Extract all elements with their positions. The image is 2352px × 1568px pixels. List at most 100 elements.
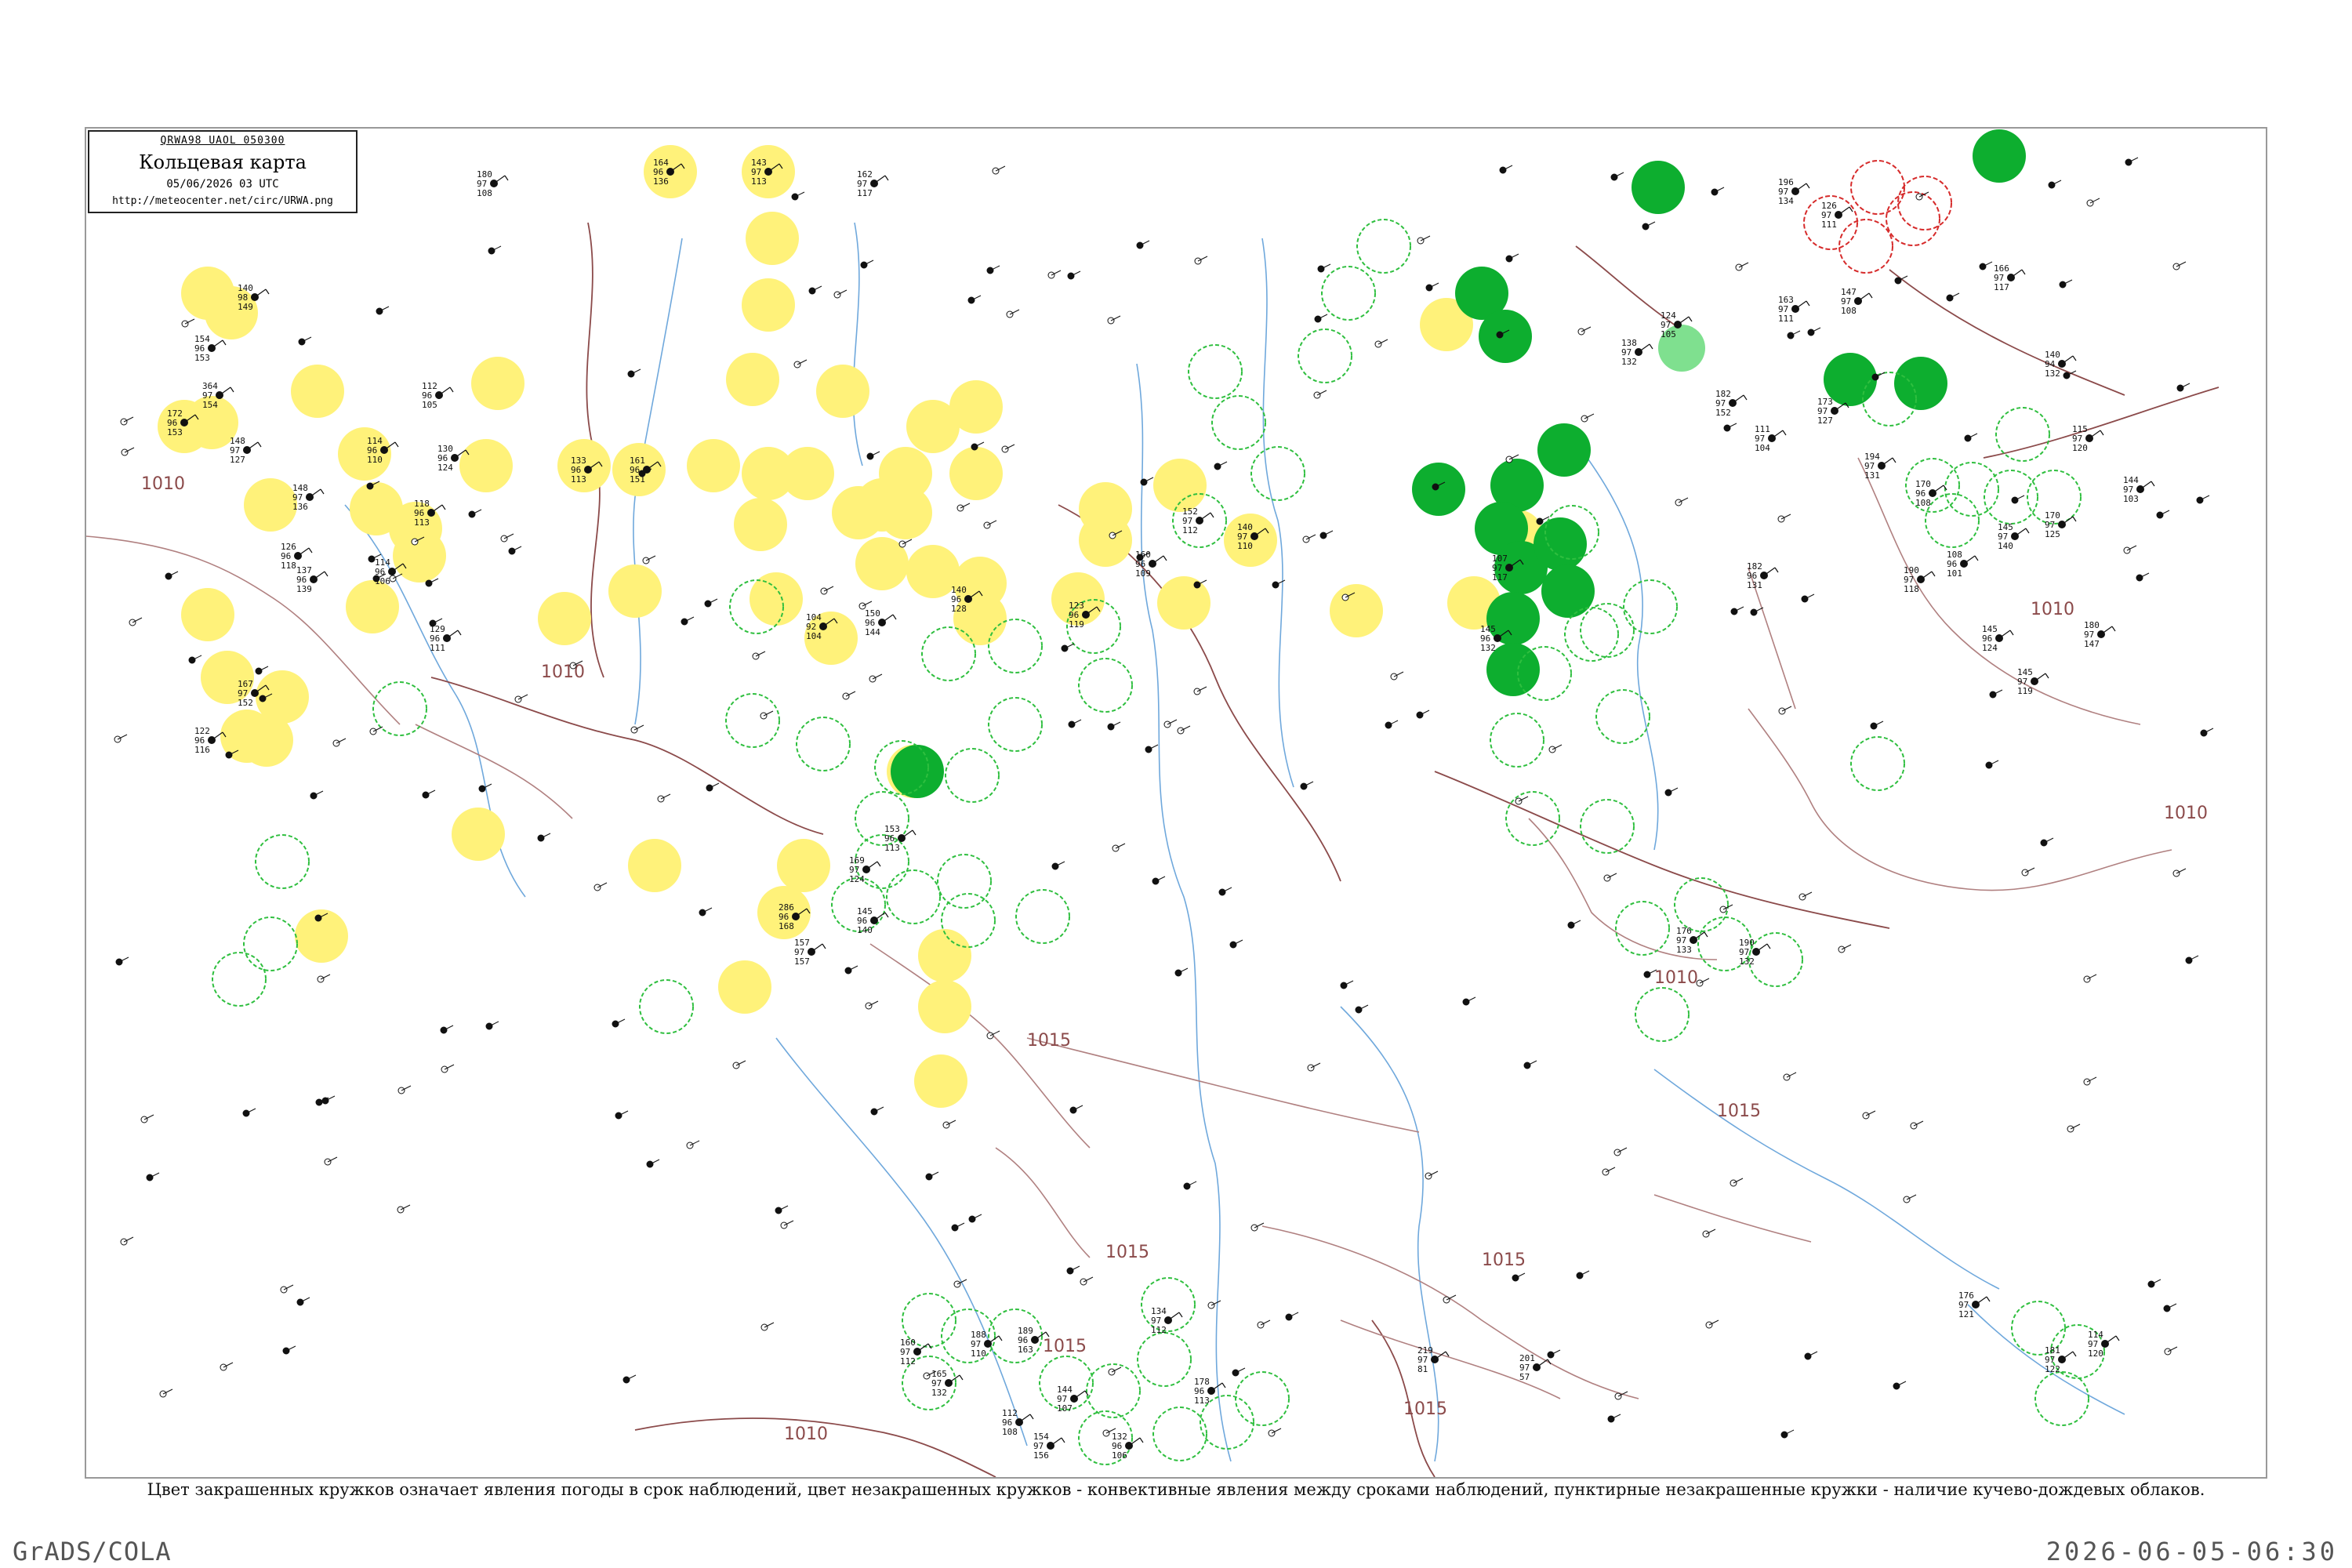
station-plot[interactable]: 16097112 bbox=[900, 1338, 932, 1367]
station-plot[interactable]: 14596140 bbox=[857, 906, 889, 935]
minor-station bbox=[956, 503, 971, 512]
station-plot[interactable]: 15497156 bbox=[1033, 1432, 1065, 1461]
station-plot[interactable]: 14497107 bbox=[1057, 1385, 1089, 1414]
minor-station bbox=[1893, 1381, 1907, 1390]
station-plot[interactable]: 2019757 bbox=[1519, 1353, 1552, 1382]
station-plot[interactable]: 19097118 bbox=[1904, 565, 1936, 594]
minor-station bbox=[1385, 720, 1399, 729]
minor-station bbox=[752, 651, 766, 660]
minor-station bbox=[181, 318, 195, 328]
wind-barb bbox=[1963, 555, 1976, 564]
minor-station bbox=[1711, 187, 1725, 196]
station-plot[interactable]: 18297152 bbox=[1715, 389, 1748, 418]
station-plot[interactable]: 15396113 bbox=[884, 824, 916, 853]
wind-barb-feather bbox=[1029, 1414, 1034, 1420]
wind-barb-feather bbox=[1649, 343, 1653, 350]
minor-station bbox=[2083, 974, 2097, 983]
minor-station bbox=[1080, 1276, 1094, 1286]
wind-barb-feather bbox=[1163, 555, 1167, 561]
station-plot[interactable]: 18097108 bbox=[477, 169, 509, 198]
wind-barb bbox=[1881, 457, 1893, 466]
minor-station bbox=[1723, 423, 1737, 432]
station-plot[interactable]: 19697134 bbox=[1778, 177, 1810, 206]
station-plot[interactable]: 17097125 bbox=[2045, 510, 2077, 539]
minor-station bbox=[775, 1205, 789, 1214]
station-plot[interactable]: 14797108 bbox=[1841, 287, 1873, 316]
wind-barb-feather bbox=[449, 387, 454, 393]
station-plot[interactable]: 11197104 bbox=[1755, 424, 1787, 453]
minor-station bbox=[1314, 314, 1328, 323]
station-plot[interactable]: 17697121 bbox=[1958, 1290, 1991, 1319]
minor-station bbox=[1183, 1181, 1197, 1190]
wind-barb bbox=[1199, 512, 1211, 521]
minor-station bbox=[2059, 279, 2073, 289]
station-plot[interactable]: 18296131 bbox=[1747, 561, 1779, 590]
cb-cloud-circle bbox=[1298, 328, 1352, 383]
cb-cloud-circle bbox=[1137, 1332, 1192, 1387]
station-plot[interactable]: 12697111 bbox=[1821, 201, 1853, 230]
station-plot[interactable]: 16597132 bbox=[931, 1369, 964, 1398]
wind-barb-feather bbox=[2151, 481, 2155, 487]
isobar-label: 1010 bbox=[541, 662, 585, 682]
minor-station bbox=[630, 724, 644, 734]
station-plot[interactable]: 19097132 bbox=[1739, 938, 1771, 967]
station-plot[interactable]: 14597140 bbox=[1998, 522, 2030, 551]
drizzle-circle bbox=[459, 439, 513, 492]
wind-barb-feather bbox=[1688, 316, 1693, 322]
minor-station bbox=[1425, 282, 1439, 292]
station-plot[interactable]: 16997124 bbox=[849, 855, 881, 884]
station-plot[interactable]: 2199781 bbox=[1417, 1345, 1450, 1374]
minor-station bbox=[870, 1106, 884, 1116]
station-plot[interactable]: 11296108 bbox=[1002, 1408, 1034, 1437]
minor-station bbox=[255, 666, 269, 675]
thunder-circle bbox=[1850, 160, 1905, 215]
station-plot[interactable]: 14897136 bbox=[292, 483, 325, 512]
station-plot[interactable]: 14597119 bbox=[2017, 667, 2049, 696]
station-plot[interactable]: 18197122 bbox=[2045, 1345, 2077, 1374]
station-plot[interactable]: 11296105 bbox=[422, 381, 454, 410]
station-plot[interactable]: 15496153 bbox=[194, 334, 227, 363]
station-dewpoint: 120 bbox=[2072, 443, 2088, 453]
station-plot[interactable]: 15096144 bbox=[865, 608, 897, 637]
station-dewpoint: 104 bbox=[1755, 443, 1770, 453]
station-plot[interactable]: 13497112 bbox=[1151, 1306, 1183, 1335]
station-plot[interactable]: 14897127 bbox=[230, 436, 262, 465]
station-plot[interactable]: 13296106 bbox=[1112, 1432, 1144, 1461]
station-plot[interactable]: 11597120 bbox=[2072, 424, 2104, 453]
cb-cloud-circle bbox=[1235, 1371, 1290, 1426]
station-plot[interactable]: 14596124 bbox=[1982, 624, 2014, 653]
cb-cloud-circle bbox=[1078, 658, 1133, 713]
station-dewpoint: 144 bbox=[865, 627, 880, 637]
station-dewpoint: 136 bbox=[292, 502, 308, 512]
station-plot[interactable]: 16297117 bbox=[857, 169, 889, 198]
station-dewpoint: 152 bbox=[238, 698, 253, 708]
minor-station bbox=[942, 1120, 956, 1129]
station-plot[interactable]: 14497103 bbox=[2123, 475, 2155, 504]
wind-barb-feather bbox=[1868, 292, 1873, 299]
station-plot[interactable]: 13897132 bbox=[1621, 338, 1653, 367]
station-plot[interactable]: 16697117 bbox=[1994, 263, 2026, 292]
station-plot[interactable]: 14094132 bbox=[2045, 350, 2077, 379]
wind-barb bbox=[2061, 355, 2074, 365]
station-plot[interactable]: 13796139 bbox=[296, 565, 328, 594]
minor-station bbox=[820, 586, 834, 595]
wind-barb bbox=[493, 175, 506, 184]
wind-barb-feather bbox=[912, 829, 916, 836]
wind-barb bbox=[1998, 630, 2011, 639]
map-url[interactable]: http://meteocenter.net/circ/URWA.png bbox=[89, 195, 356, 207]
station-plot[interactable]: 10896101 bbox=[1947, 550, 1979, 579]
footer-software: GrADS/COLA bbox=[13, 1537, 172, 1566]
wind-barb-feather bbox=[1766, 943, 1771, 949]
station-dewpoint: 117 bbox=[1492, 572, 1508, 583]
station-plot[interactable]: 16397111 bbox=[1778, 295, 1810, 324]
station-plot[interactable]: 12996111 bbox=[430, 624, 462, 653]
station-plot[interactable]: 15797157 bbox=[794, 938, 826, 967]
stations-layer: 1439711316496136162971171809710814098149… bbox=[114, 157, 2214, 1461]
minor-station bbox=[1229, 939, 1243, 949]
wind-barb-feather bbox=[1178, 1312, 1183, 1318]
station-plot[interactable]: 19497131 bbox=[1864, 452, 1896, 481]
station-plot[interactable]: 18097147 bbox=[2084, 620, 2116, 649]
minor-station bbox=[1145, 744, 1159, 753]
wind-barb-feather bbox=[457, 630, 462, 636]
station-plot[interactable]: 15297112 bbox=[1182, 506, 1214, 535]
